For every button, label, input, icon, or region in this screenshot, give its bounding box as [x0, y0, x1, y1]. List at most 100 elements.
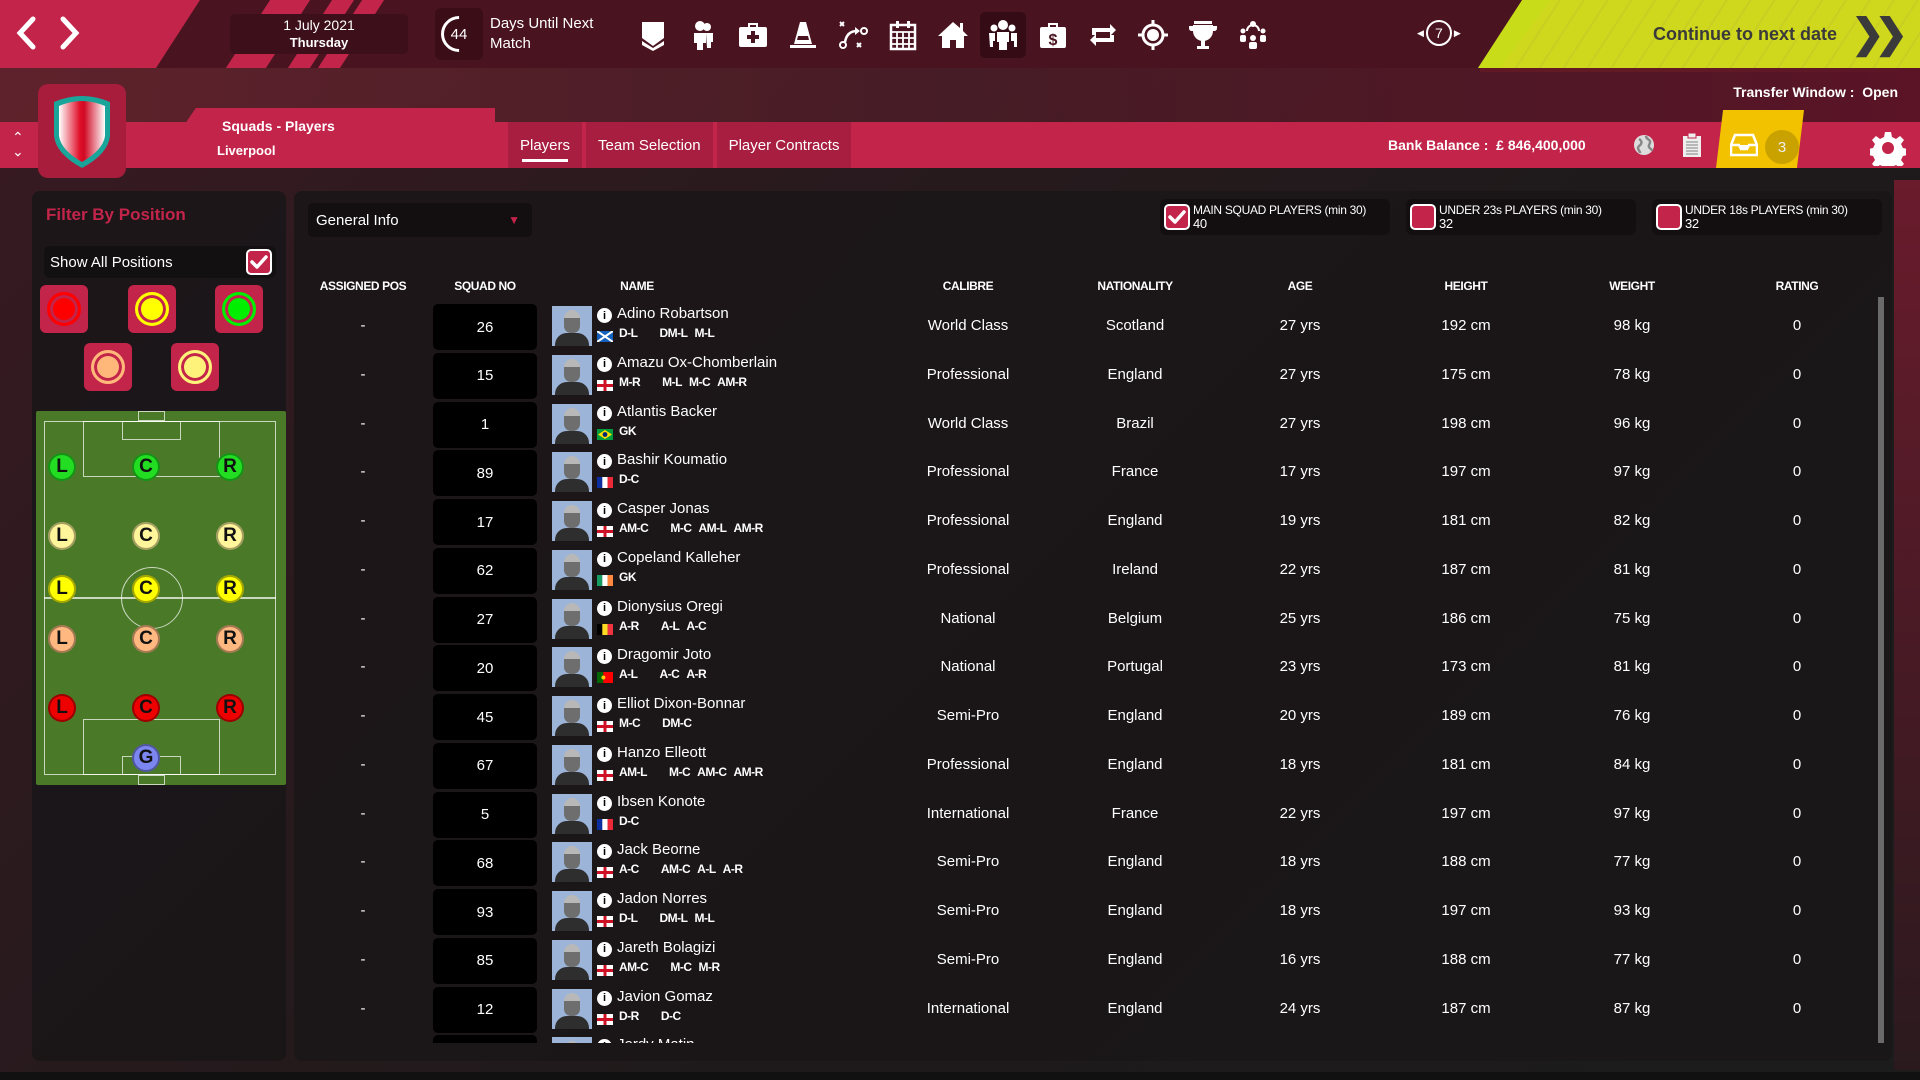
player-row[interactable]: - National Portugal 23 yrs 173 cm 81 kg 0 20 i Dr… — [294, 644, 1874, 693]
nav-club[interactable] — [630, 12, 676, 58]
club-crest[interactable] — [38, 84, 126, 178]
player-name[interactable]: Jadon Norres — [617, 890, 707, 907]
pitch-position-marker[interactable]: L — [48, 522, 76, 550]
player-row[interactable]: - International England 24 yrs 187 cm 87 kg 0 1… — [294, 986, 1874, 1035]
settings-button[interactable] — [1868, 130, 1908, 172]
col-height[interactable]: HEIGHT — [1445, 279, 1488, 293]
player-row[interactable]: - Professional France 17 yrs 197 cm 97 kg 0 89 i… — [294, 449, 1874, 498]
player-row[interactable]: - Semi-Pro England 20 yrs 189 cm 76 kg 0 45 i Ell… — [294, 693, 1874, 742]
pitch-position-marker[interactable]: C — [132, 575, 160, 603]
nav-home[interactable] — [930, 12, 976, 58]
pitch-position-marker[interactable]: L — [48, 575, 76, 603]
under-18s-filter[interactable]: UNDER 18s PLAYERS (min 30) 32 — [1652, 199, 1882, 235]
pitch-position-marker[interactable]: R — [216, 453, 244, 481]
player-row[interactable]: - World Class Scotland 27 yrs 192 cm 98 kg 0 26… — [294, 303, 1874, 352]
player-name[interactable]: Elliot Dixon-Bonnar — [617, 695, 745, 712]
player-row[interactable]: - Semi-Pro England 18 yrs 197 cm 93 kg 0 93 i Jad… — [294, 888, 1874, 937]
player-row[interactable]: - International France 22 yrs 197 cm 97 kg 0 5 i… — [294, 791, 1874, 840]
player-name[interactable]: Hanzo Elleott — [617, 744, 706, 761]
player-name[interactable]: Jordy Matin — [617, 1036, 695, 1043]
tab-player-contracts[interactable]: Player Contracts — [716, 122, 852, 168]
player-info-icon[interactable]: i — [597, 795, 612, 811]
player-info-icon[interactable]: i — [597, 746, 612, 762]
pitch-position-marker[interactable]: R — [216, 694, 244, 722]
player-name[interactable]: Atlantis Backer — [617, 403, 717, 420]
player-info-icon[interactable]: i — [597, 941, 612, 957]
pitch-position-marker[interactable]: L — [48, 625, 76, 653]
squad-number[interactable]: 5 — [433, 791, 537, 838]
squad-number[interactable]: 45 — [433, 694, 537, 740]
player-name[interactable]: Casper Jonas — [617, 500, 710, 517]
pitch-position-marker[interactable]: R — [216, 625, 244, 653]
squad-number[interactable]: 68 — [433, 840, 537, 887]
nav-transfers[interactable] — [1080, 12, 1126, 58]
under-18s-checkbox[interactable] — [1656, 204, 1682, 230]
squad-number[interactable] — [433, 1035, 537, 1043]
pitch-position-marker[interactable]: L — [48, 453, 76, 481]
view-select-dropdown[interactable]: General Info ▼ — [308, 203, 532, 237]
squad-number[interactable]: 15 — [433, 352, 537, 399]
player-name[interactable]: Adino Robartson — [617, 305, 729, 322]
player-info-icon[interactable]: i — [597, 990, 612, 1006]
player-info-icon[interactable]: i — [597, 893, 612, 908]
back-button[interactable] — [6, 10, 46, 56]
player-name[interactable]: Amazu Ox-Chomberlain — [617, 354, 777, 371]
player-info-icon[interactable]: i — [597, 405, 612, 421]
player-info-icon[interactable]: i — [597, 308, 612, 323]
squad-number[interactable]: 85 — [433, 937, 537, 984]
game-speed-control[interactable]: ◀ 7 ▶ — [1417, 20, 1461, 46]
nav-staff[interactable] — [680, 12, 726, 58]
nav-trophies[interactable] — [1180, 12, 1226, 58]
player-name[interactable]: Dionysius Oregi — [617, 598, 723, 615]
show-all-checkbox[interactable] — [246, 249, 272, 275]
player-row[interactable]: - National Belgium 25 yrs 186 cm 75 kg 0 27 i Dio… — [294, 596, 1874, 645]
chevron-down-icon[interactable]: ⌃ — [12, 143, 24, 159]
nav-squad[interactable] — [980, 12, 1026, 58]
player-info-icon[interactable]: i — [597, 600, 612, 616]
col-weight[interactable]: WEIGHT — [1609, 279, 1655, 293]
show-all-positions-toggle[interactable]: Show All Positions — [44, 246, 276, 278]
world-button[interactable] — [1620, 122, 1668, 168]
tab-team-selection[interactable]: Team Selection — [586, 122, 713, 168]
player-row[interactable]: - Semi-Pro England 18 yrs 188 cm 77 kg 0 68 i Jac… — [294, 839, 1874, 888]
player-info-icon[interactable]: i — [597, 551, 612, 567]
player-info-icon[interactable]: i — [597, 503, 612, 518]
player-row[interactable]: i Jordy Matin — [294, 1034, 1874, 1043]
pitch-position-marker[interactable]: C — [132, 625, 160, 653]
nav-tactics[interactable] — [830, 12, 876, 58]
inbox-count-badge[interactable]: 3 — [1765, 130, 1799, 164]
inbox-button[interactable] — [1720, 122, 1768, 168]
position-color-filter[interactable] — [84, 343, 132, 391]
position-color-filter[interactable] — [128, 285, 176, 333]
main-squad-checkbox[interactable] — [1164, 204, 1190, 230]
player-name[interactable]: Jareth Bolagizi — [617, 939, 715, 956]
club-switcher[interactable]: ⌃ ⌃ — [12, 130, 24, 159]
col-rating[interactable]: RATING — [1776, 279, 1819, 293]
nav-board[interactable] — [1230, 12, 1276, 58]
player-info-icon[interactable]: i — [597, 698, 612, 713]
squad-number[interactable]: 89 — [433, 450, 537, 497]
squad-number[interactable]: 62 — [433, 547, 537, 594]
col-name[interactable]: NAME — [620, 279, 654, 293]
squad-number[interactable]: 12 — [433, 986, 537, 1033]
player-name[interactable]: Ibsen Konote — [617, 793, 705, 810]
player-row[interactable]: - Professional England 27 yrs 175 cm 78 kg 0 15… — [294, 352, 1874, 401]
speed-decrease-icon[interactable]: ◀ — [1417, 28, 1424, 39]
pitch-position-marker[interactable]: C — [132, 453, 160, 481]
player-row[interactable]: - Professional Ireland 22 yrs 187 cm 81 kg 0 62… — [294, 547, 1874, 596]
squad-number[interactable]: 1 — [433, 401, 537, 448]
col-assigned-pos[interactable]: ASSIGNED POS — [320, 279, 407, 293]
player-name[interactable]: Bashir Koumatio — [617, 451, 727, 468]
player-name[interactable]: Copeland Kalleher — [617, 549, 740, 566]
under-23s-filter[interactable]: UNDER 23s PLAYERS (min 30) 32 — [1406, 199, 1636, 235]
player-row[interactable]: - Professional England 19 yrs 181 cm 82 kg 0 17… — [294, 498, 1874, 547]
squad-number[interactable]: 67 — [433, 742, 537, 789]
pitch-position-marker[interactable]: G — [132, 744, 160, 772]
player-info-icon[interactable]: i — [597, 356, 612, 372]
player-info-icon[interactable]: i — [597, 454, 612, 470]
player-info-icon[interactable]: i — [597, 1039, 612, 1043]
nav-calendar[interactable] — [880, 12, 926, 58]
forward-button[interactable] — [50, 10, 90, 56]
player-name[interactable]: Javion Gomaz — [617, 988, 713, 1005]
squad-number[interactable]: 93 — [433, 889, 537, 935]
